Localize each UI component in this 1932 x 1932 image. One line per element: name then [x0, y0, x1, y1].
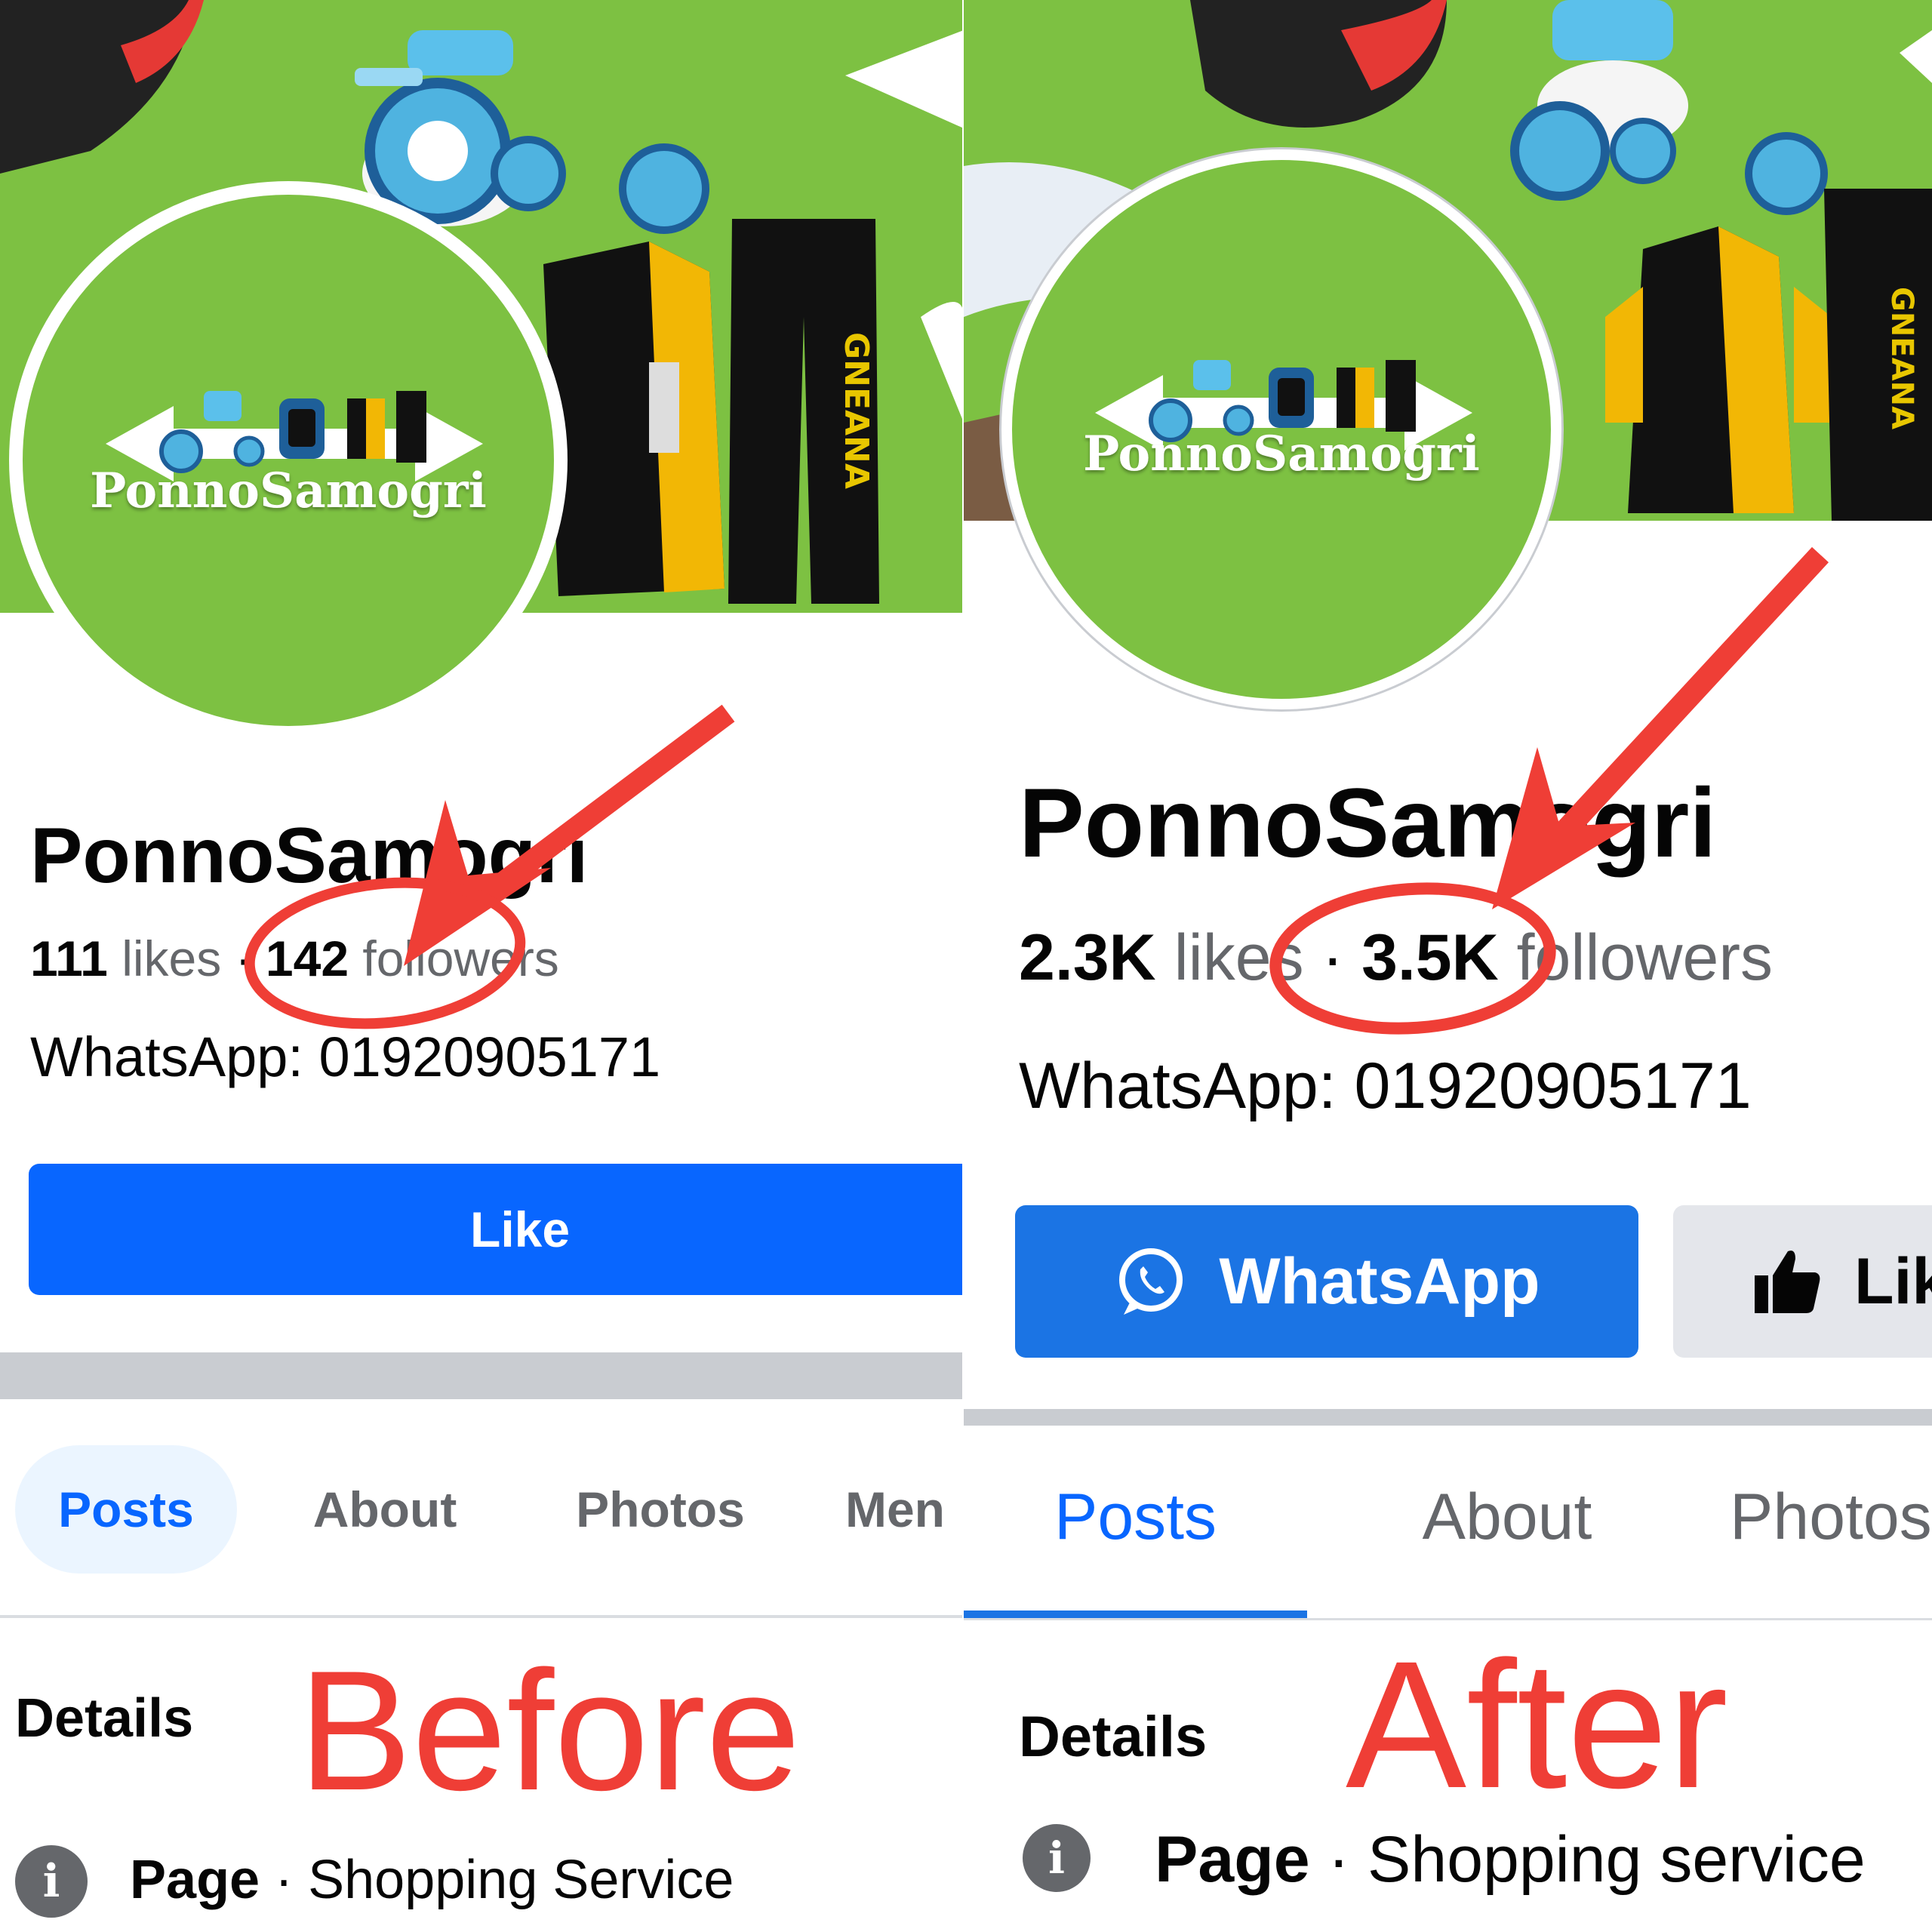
info-icon: i — [15, 1845, 88, 1918]
profile-picture[interactable]: PonnoSamogri — [9, 181, 568, 740]
profile-picture[interactable]: PonnoSamogri — [1001, 149, 1561, 709]
tab-photos[interactable]: Photos — [1730, 1457, 1932, 1577]
category-value: Shopping Service — [308, 1850, 734, 1910]
followers-label: followers — [362, 931, 559, 986]
tab-mentions-label: Men — [845, 1481, 945, 1537]
page-stats: 2.3K likes · 3.5K followers — [1019, 921, 1773, 995]
likes-count: 2.3K — [1019, 921, 1156, 994]
page-category: Page · Shopping Service — [130, 1849, 734, 1911]
like-button[interactable]: Like — [29, 1164, 964, 1295]
category-value: Shopping service — [1367, 1823, 1866, 1896]
tab-photos[interactable]: Photos — [558, 1445, 762, 1574]
tabs-bottom-border — [964, 1618, 1932, 1620]
contact-info: WhatsApp: 01920905171 — [30, 1026, 661, 1088]
like-button[interactable]: Lik — [1673, 1205, 1932, 1358]
svg-text:GNEANA: GNEANA — [1884, 287, 1919, 429]
page-category: Page · Shopping service — [1155, 1823, 1866, 1897]
after-screenshot-panel: GNEANA PonnoSamogri PonnoSamogri 2.3K li… — [964, 0, 1932, 1932]
contact-info: WhatsApp: 01920905171 — [1019, 1050, 1752, 1122]
after-caption: After — [1346, 1623, 1728, 1826]
tab-posts-label: Posts — [58, 1481, 194, 1537]
logo-text: PonnoSamogri — [1083, 426, 1480, 482]
likes-count: 111 — [30, 931, 108, 986]
tab-photos-label: Photos — [1730, 1480, 1932, 1553]
category-separator: · — [1309, 1823, 1367, 1896]
tab-about[interactable]: About — [1356, 1457, 1658, 1577]
tabs-bottom-border — [0, 1615, 964, 1618]
products-logo-illustration — [106, 391, 483, 481]
before-screenshot-panel: GNEANA PonnoSamogri PonnoSamogri 111 lik… — [0, 0, 964, 1932]
tab-about[interactable]: About — [287, 1445, 483, 1574]
details-heading: Details — [15, 1688, 194, 1749]
stats-separator: · — [235, 931, 252, 986]
page-title: PonnoSamogri — [1019, 768, 1717, 878]
section-divider — [0, 1352, 964, 1399]
followers-count: 3.5K — [1361, 921, 1499, 994]
svg-text:GNEANA: GNEANA — [837, 332, 875, 489]
category-label: Page — [1155, 1823, 1310, 1896]
tab-posts[interactable]: Posts — [15, 1445, 237, 1574]
likes-label: likes — [1174, 921, 1304, 994]
stats-separator: · — [1321, 921, 1344, 994]
category-label: Page — [130, 1850, 260, 1910]
category-separator: · — [260, 1850, 309, 1910]
whatsapp-icon — [1119, 1248, 1183, 1315]
tab-about-label: About — [1422, 1480, 1592, 1553]
details-heading: Details — [1019, 1705, 1208, 1769]
whatsapp-button[interactable]: WhatsApp — [1015, 1205, 1638, 1358]
section-divider — [964, 1409, 1932, 1426]
tab-photos-label: Photos — [576, 1481, 745, 1537]
like-button-label: Lik — [1854, 1244, 1932, 1318]
info-icon: i — [1023, 1824, 1091, 1892]
page-title: PonnoSamogri — [30, 812, 589, 900]
before-caption: Before — [298, 1635, 801, 1826]
likes-label: likes — [122, 931, 222, 986]
tab-posts-label: Posts — [1054, 1480, 1217, 1553]
thumbs-up-icon — [1755, 1251, 1820, 1313]
tab-about-label: About — [312, 1481, 457, 1537]
page-stats: 111 likes · 142 followers — [30, 930, 559, 987]
followers-label: followers — [1516, 921, 1773, 994]
tab-mentions[interactable]: Men — [845, 1445, 964, 1574]
tab-posts[interactable]: Posts — [964, 1457, 1307, 1577]
followers-count: 142 — [265, 931, 349, 986]
logo-text: PonnoSamogri — [90, 463, 487, 519]
active-tab-indicator — [964, 1611, 1307, 1618]
like-button-label: Like — [470, 1201, 571, 1257]
whatsapp-button-label: WhatsApp — [1219, 1244, 1540, 1318]
